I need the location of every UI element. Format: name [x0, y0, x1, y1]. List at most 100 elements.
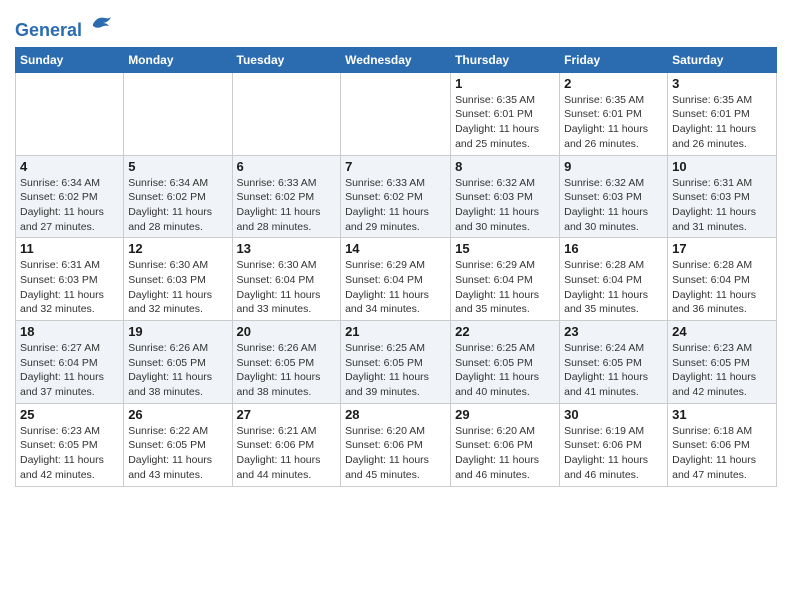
day-info: Sunrise: 6:33 AM Sunset: 6:02 PM Dayligh…	[237, 176, 337, 235]
day-number: 26	[128, 407, 227, 422]
day-info: Sunrise: 6:29 AM Sunset: 6:04 PM Dayligh…	[455, 258, 555, 317]
day-number: 8	[455, 159, 555, 174]
calendar-cell: 30Sunrise: 6:19 AM Sunset: 6:06 PM Dayli…	[560, 403, 668, 486]
calendar-cell: 23Sunrise: 6:24 AM Sunset: 6:05 PM Dayli…	[560, 321, 668, 404]
day-info: Sunrise: 6:20 AM Sunset: 6:06 PM Dayligh…	[455, 424, 555, 483]
calendar-cell: 28 Sunrise: 6:20 AM Sunset: 6:06 PM Dayli…	[341, 403, 451, 486]
day-info: Sunrise: 6:30 AM Sunset: 6:03 PM Dayligh…	[128, 258, 227, 317]
day-number: 24	[672, 324, 772, 339]
day-info: Sunrise: 6:32 AM Sunset: 6:03 PM Dayligh…	[455, 176, 555, 235]
weekday-header-wednesday: Wednesday	[341, 47, 451, 72]
day-number: 10	[672, 159, 772, 174]
day-number: 21	[345, 324, 446, 339]
weekday-header-saturday: Saturday	[668, 47, 777, 72]
day-info: Sunrise: 6:35 AM Sunset: 6:01 PM Dayligh…	[455, 93, 555, 152]
calendar-cell: 26 Sunrise: 6:22 AM Sunset: 6:05 PM Dayli…	[124, 403, 232, 486]
day-number: 18	[20, 324, 119, 339]
day-info: Sunrise: 6:19 AM Sunset: 6:06 PM Dayligh…	[564, 424, 663, 483]
day-info: Sunrise: 6:23 AM Sunset: 6:05 PM Dayligh…	[20, 424, 119, 483]
weekday-header-tuesday: Tuesday	[232, 47, 341, 72]
calendar-week-row: 18 Sunrise: 6:27 AM Sunset: 6:04 PM Dayli…	[16, 321, 777, 404]
weekday-header-sunday: Sunday	[16, 47, 124, 72]
calendar-cell	[124, 72, 232, 155]
day-info: Sunrise: 6:23 AM Sunset: 6:05 PM Dayligh…	[672, 341, 772, 400]
calendar-cell	[341, 72, 451, 155]
day-number: 3	[672, 76, 772, 91]
day-number: 1	[455, 76, 555, 91]
calendar-cell: 1 Sunrise: 6:35 AM Sunset: 6:01 PM Daylig…	[451, 72, 560, 155]
day-info: Sunrise: 6:30 AM Sunset: 6:04 PM Dayligh…	[237, 258, 337, 317]
day-info: Sunrise: 6:25 AM Sunset: 6:05 PM Dayligh…	[345, 341, 446, 400]
calendar-cell: 27Sunrise: 6:21 AM Sunset: 6:06 PM Dayli…	[232, 403, 341, 486]
logo-bird-icon	[89, 12, 113, 36]
calendar-cell	[16, 72, 124, 155]
logo-text: General	[15, 16, 113, 41]
calendar-week-row: 25 Sunrise: 6:23 AM Sunset: 6:05 PM Dayli…	[16, 403, 777, 486]
day-number: 13	[237, 241, 337, 256]
day-number: 14	[345, 241, 446, 256]
day-number: 5	[128, 159, 227, 174]
day-number: 11	[20, 241, 119, 256]
day-number: 25	[20, 407, 119, 422]
calendar-table: SundayMondayTuesdayWednesdayThursdayFrid…	[15, 47, 777, 487]
day-info: Sunrise: 6:34 AM Sunset: 6:02 PM Dayligh…	[128, 176, 227, 235]
day-info: Sunrise: 6:29 AM Sunset: 6:04 PM Dayligh…	[345, 258, 446, 317]
calendar-cell: 3 Sunrise: 6:35 AM Sunset: 6:01 PM Daylig…	[668, 72, 777, 155]
calendar-week-row: 1 Sunrise: 6:35 AM Sunset: 6:01 PM Daylig…	[16, 72, 777, 155]
calendar-cell: 15 Sunrise: 6:29 AM Sunset: 6:04 PM Dayli…	[451, 238, 560, 321]
day-info: Sunrise: 6:31 AM Sunset: 6:03 PM Dayligh…	[672, 176, 772, 235]
day-info: Sunrise: 6:26 AM Sunset: 6:05 PM Dayligh…	[128, 341, 227, 400]
day-info: Sunrise: 6:33 AM Sunset: 6:02 PM Dayligh…	[345, 176, 446, 235]
logo: General	[15, 16, 113, 39]
calendar-cell: 6 Sunrise: 6:33 AM Sunset: 6:02 PM Daylig…	[232, 155, 341, 238]
calendar-cell: 24 Sunrise: 6:23 AM Sunset: 6:05 PM Dayli…	[668, 321, 777, 404]
day-info: Sunrise: 6:20 AM Sunset: 6:06 PM Dayligh…	[345, 424, 446, 483]
calendar-cell: 5 Sunrise: 6:34 AM Sunset: 6:02 PM Daylig…	[124, 155, 232, 238]
page-header: General	[15, 10, 777, 39]
calendar-cell: 19 Sunrise: 6:26 AM Sunset: 6:05 PM Dayli…	[124, 321, 232, 404]
calendar-cell: 9 Sunrise: 6:32 AM Sunset: 6:03 PM Daylig…	[560, 155, 668, 238]
day-info: Sunrise: 6:28 AM Sunset: 6:04 PM Dayligh…	[564, 258, 663, 317]
day-number: 31	[672, 407, 772, 422]
calendar-cell: 14 Sunrise: 6:29 AM Sunset: 6:04 PM Dayli…	[341, 238, 451, 321]
day-number: 4	[20, 159, 119, 174]
weekday-header-monday: Monday	[124, 47, 232, 72]
calendar-cell: 21 Sunrise: 6:25 AM Sunset: 6:05 PM Dayli…	[341, 321, 451, 404]
calendar-cell: 7Sunrise: 6:33 AM Sunset: 6:02 PM Daylig…	[341, 155, 451, 238]
day-number: 15	[455, 241, 555, 256]
calendar-cell: 20 Sunrise: 6:26 AM Sunset: 6:05 PM Dayli…	[232, 321, 341, 404]
day-info: Sunrise: 6:32 AM Sunset: 6:03 PM Dayligh…	[564, 176, 663, 235]
day-number: 23	[564, 324, 663, 339]
day-number: 19	[128, 324, 227, 339]
calendar-cell: 31Sunrise: 6:18 AM Sunset: 6:06 PM Dayli…	[668, 403, 777, 486]
calendar-cell: 8 Sunrise: 6:32 AM Sunset: 6:03 PM Daylig…	[451, 155, 560, 238]
calendar-cell: 10 Sunrise: 6:31 AM Sunset: 6:03 PM Dayli…	[668, 155, 777, 238]
day-info: Sunrise: 6:34 AM Sunset: 6:02 PM Dayligh…	[20, 176, 119, 235]
day-number: 16	[564, 241, 663, 256]
calendar-cell: 22 Sunrise: 6:25 AM Sunset: 6:05 PM Dayli…	[451, 321, 560, 404]
day-info: Sunrise: 6:25 AM Sunset: 6:05 PM Dayligh…	[455, 341, 555, 400]
calendar-week-row: 4 Sunrise: 6:34 AM Sunset: 6:02 PM Daylig…	[16, 155, 777, 238]
day-number: 6	[237, 159, 337, 174]
calendar-cell: 4 Sunrise: 6:34 AM Sunset: 6:02 PM Daylig…	[16, 155, 124, 238]
calendar-cell: 16 Sunrise: 6:28 AM Sunset: 6:04 PM Dayli…	[560, 238, 668, 321]
day-number: 29	[455, 407, 555, 422]
day-info: Sunrise: 6:22 AM Sunset: 6:05 PM Dayligh…	[128, 424, 227, 483]
day-number: 22	[455, 324, 555, 339]
day-number: 17	[672, 241, 772, 256]
day-number: 12	[128, 241, 227, 256]
calendar-cell	[232, 72, 341, 155]
calendar-cell: 29 Sunrise: 6:20 AM Sunset: 6:06 PM Dayli…	[451, 403, 560, 486]
day-number: 2	[564, 76, 663, 91]
weekday-header-thursday: Thursday	[451, 47, 560, 72]
day-number: 9	[564, 159, 663, 174]
calendar-cell: 12 Sunrise: 6:30 AM Sunset: 6:03 PM Dayli…	[124, 238, 232, 321]
weekday-header-row: SundayMondayTuesdayWednesdayThursdayFrid…	[16, 47, 777, 72]
day-info: Sunrise: 6:27 AM Sunset: 6:04 PM Dayligh…	[20, 341, 119, 400]
day-info: Sunrise: 6:35 AM Sunset: 6:01 PM Dayligh…	[672, 93, 772, 152]
day-info: Sunrise: 6:31 AM Sunset: 6:03 PM Dayligh…	[20, 258, 119, 317]
calendar-cell: 13 Sunrise: 6:30 AM Sunset: 6:04 PM Dayli…	[232, 238, 341, 321]
day-number: 28	[345, 407, 446, 422]
day-info: Sunrise: 6:26 AM Sunset: 6:05 PM Dayligh…	[237, 341, 337, 400]
day-number: 20	[237, 324, 337, 339]
